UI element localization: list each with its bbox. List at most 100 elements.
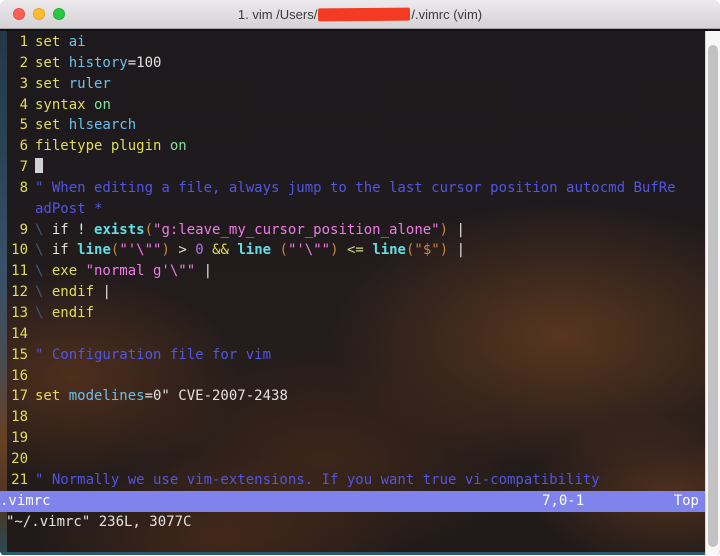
editor-row: 11 \ exe "normal g'\"" | bbox=[8, 261, 705, 282]
line-number: 8 bbox=[19, 179, 28, 196]
line-number: 1 bbox=[19, 34, 28, 50]
editor-row: 9 \ if ! exists("g:leave_my_cursor_positi… bbox=[8, 220, 705, 241]
code-segment: | bbox=[94, 284, 111, 301]
zoom-button[interactable] bbox=[53, 8, 65, 20]
code-segment: if bbox=[51, 242, 78, 259]
code-segment: "'\"" bbox=[119, 242, 162, 259]
line-number: 15 bbox=[11, 346, 28, 363]
code-segment: exe bbox=[51, 263, 86, 280]
editor-row: 3 set ruler bbox=[8, 74, 705, 95]
wallpaper-bottom-edge bbox=[0, 552, 720, 555]
vim-command-line: "~/.vimrc" 236L, 3077C bbox=[6, 514, 192, 530]
code-segment: && bbox=[203, 242, 238, 259]
title-bar[interactable]: 1. vim /Users/ /.vimrc (vim) bbox=[0, 0, 720, 29]
code-segment: | bbox=[448, 242, 465, 259]
code-segment: " Normally we use vim-extensions. If you… bbox=[35, 471, 600, 488]
editor-row: 7 bbox=[8, 157, 705, 178]
code-segment: =0" CVE-2007-2438 bbox=[144, 388, 288, 405]
code-segment: | bbox=[448, 221, 465, 238]
editor-row: 14 bbox=[8, 324, 705, 345]
code-segment: filetype plugin bbox=[35, 138, 170, 155]
code-segment: on bbox=[169, 138, 187, 155]
scrollbar-thumb[interactable] bbox=[708, 45, 718, 547]
text-cursor bbox=[35, 158, 43, 174]
close-button[interactable] bbox=[13, 8, 25, 20]
code-segment: " When editing a file, always jump to th… bbox=[35, 179, 676, 196]
line-number: 3 bbox=[19, 75, 28, 92]
code-segment: " Configuration file for vim bbox=[35, 346, 272, 363]
code-segment: \ bbox=[35, 304, 52, 321]
editor-row: 19 bbox=[8, 428, 705, 449]
code-segment: > bbox=[169, 242, 196, 259]
code-segment: ruler bbox=[68, 75, 111, 92]
redacted-username bbox=[318, 7, 411, 21]
vim-statusline: .vimrc 7,0-1 Top bbox=[0, 491, 705, 512]
code-segment: set bbox=[35, 54, 69, 71]
terminal-window: 1. vim /Users/ /.vimrc (vim) 1 set ai 2 set … bbox=[0, 0, 720, 556]
window-title: 1. vim /Users/ /.vimrc (vim) bbox=[238, 7, 482, 22]
code-segment: modelines bbox=[68, 388, 145, 405]
editor-row: 2 set history=100 bbox=[8, 53, 705, 74]
statusline-filename: .vimrc bbox=[0, 493, 51, 509]
statusline-position: Top bbox=[673, 493, 699, 509]
line-number: 17 bbox=[11, 388, 28, 405]
code-segment: "g:leave_my_cursor_position_alone" bbox=[153, 221, 440, 238]
scrollbar[interactable] bbox=[705, 31, 720, 555]
minimize-button[interactable] bbox=[33, 8, 45, 20]
line-number: 4 bbox=[19, 96, 28, 113]
line-number: 6 bbox=[19, 138, 28, 155]
line-number: 10 bbox=[11, 242, 28, 259]
editor-row: 21 " Normally we use vim-extensions. If y… bbox=[8, 470, 705, 491]
editor-row: 8 " When editing a file, always jump to t… bbox=[8, 178, 705, 199]
line-number: 20 bbox=[11, 450, 28, 467]
line-number: 7 bbox=[19, 159, 28, 176]
line-number: 12 bbox=[11, 284, 28, 301]
code-segment: adPost * bbox=[35, 200, 103, 217]
statusline-ruler: 7,0-1 bbox=[542, 493, 585, 509]
editor-row: 6 filetype plugin on bbox=[8, 136, 705, 157]
code-segment: \ bbox=[35, 221, 52, 238]
code-segment: ( bbox=[279, 242, 288, 259]
code-segment: ) bbox=[439, 221, 449, 238]
code-segment: line bbox=[77, 242, 111, 259]
editor-row: 12 \ endif | bbox=[8, 282, 705, 303]
code-segment: \ bbox=[35, 263, 52, 280]
editor-row: 4 syntax on bbox=[8, 95, 705, 116]
code-segment: | bbox=[195, 263, 213, 280]
code-segment: syntax bbox=[35, 96, 95, 113]
line-number: 11 bbox=[11, 263, 28, 280]
code-segment: ( bbox=[144, 221, 154, 238]
window-title-suffix: /.vimrc (vim) bbox=[411, 6, 483, 22]
code-segment: ai bbox=[68, 34, 86, 50]
line-number: 21 bbox=[11, 471, 28, 488]
code-segment: history bbox=[68, 54, 128, 71]
traffic-lights bbox=[13, 8, 65, 20]
code-segment: ("$") bbox=[405, 242, 449, 259]
line-number: 2 bbox=[19, 54, 28, 71]
line-number: 13 bbox=[11, 304, 28, 321]
code-segment: 0 bbox=[195, 242, 204, 259]
editor-lines[interactable]: 1 set ai 2 set history=100 3 set ruler 4 syntax… bbox=[0, 31, 705, 491]
editor-row: 10 \ if line("'\"") > 0 && line ("'\"") <… bbox=[8, 240, 705, 261]
terminal-content[interactable]: 1 set ai 2 set history=100 3 set ruler 4 syntax… bbox=[0, 29, 720, 555]
window-title-prefix: 1. vim /Users/ bbox=[237, 6, 318, 22]
code-segment: set bbox=[35, 75, 69, 92]
line-number: 5 bbox=[19, 117, 28, 134]
editor-row: adPost * bbox=[8, 199, 705, 220]
editor-row: 15 " Configuration file for vim bbox=[8, 345, 705, 366]
editor-row: 20 bbox=[8, 449, 705, 470]
line-number: 16 bbox=[11, 367, 28, 384]
line-number: 9 bbox=[19, 221, 28, 238]
code-segment: endif bbox=[51, 284, 95, 301]
code-segment: hlsearch bbox=[68, 117, 137, 134]
code-segment: endif bbox=[51, 304, 95, 321]
code-segment: \ bbox=[35, 284, 52, 301]
line-number: 19 bbox=[11, 430, 28, 447]
code-segment: "'\"" bbox=[287, 242, 331, 259]
code-segment: "normal g'\"" bbox=[85, 263, 196, 280]
editor-row: 13 \ endif bbox=[8, 303, 705, 324]
line-number: 14 bbox=[11, 325, 28, 342]
code-segment: on bbox=[94, 96, 111, 113]
code-segment: line bbox=[237, 242, 272, 259]
